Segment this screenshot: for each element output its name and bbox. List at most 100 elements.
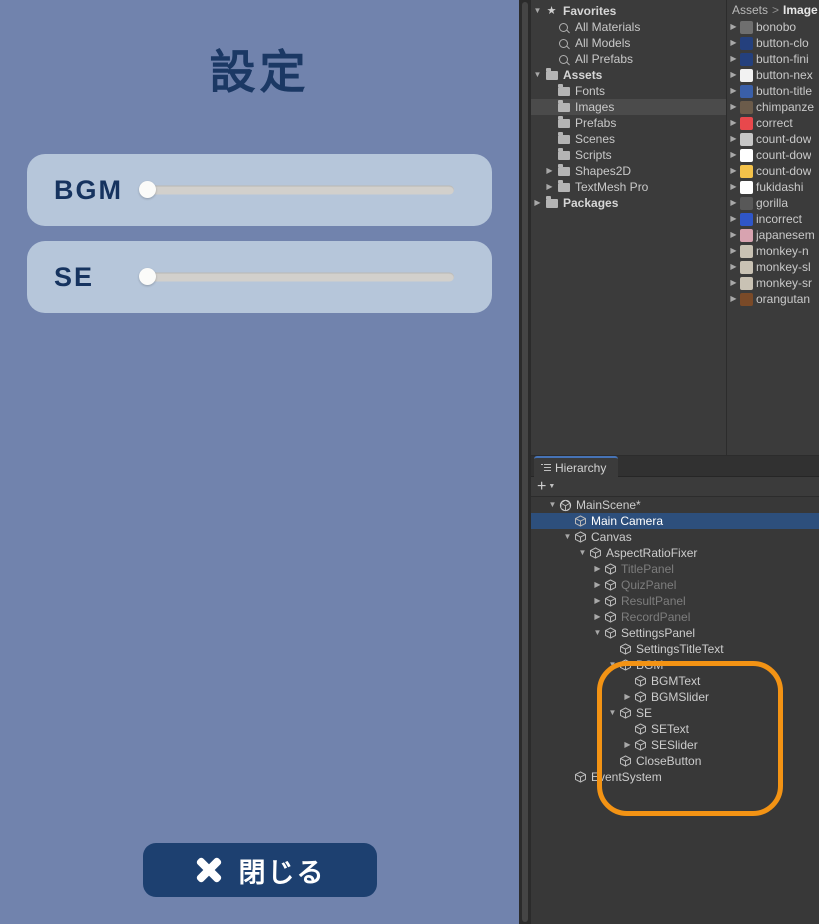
asset-row[interactable]: ▶ correct xyxy=(727,115,819,131)
asset-row[interactable]: ▶ chimpanze xyxy=(727,99,819,115)
twisty-collapsed-icon[interactable]: ▶ xyxy=(727,179,740,195)
bgm-slider[interactable] xyxy=(139,178,454,202)
project-item-textmesh-pro[interactable]: ▶ TextMesh Pro xyxy=(531,179,726,195)
twisty-collapsed-icon[interactable]: ▶ xyxy=(591,593,604,609)
asset-row[interactable]: ▶ japanesem xyxy=(727,227,819,243)
asset-row[interactable]: ▶ monkey-n xyxy=(727,243,819,259)
project-item-scenes[interactable]: Scenes xyxy=(531,131,726,147)
asset-row[interactable]: ▶ incorrect xyxy=(727,211,819,227)
twisty-collapsed-icon[interactable]: ▶ xyxy=(621,689,634,705)
twisty-expanded-icon[interactable]: ▼ xyxy=(531,67,544,83)
hierarchy-item-settingstitletext[interactable]: SettingsTitleText xyxy=(531,641,819,657)
hierarchy-item-mainscene[interactable]: ▼ MainScene* xyxy=(531,497,819,513)
se-slider-handle[interactable] xyxy=(139,268,156,285)
twisty-collapsed-icon[interactable]: ▶ xyxy=(727,35,740,51)
se-slider-track[interactable] xyxy=(147,272,454,282)
asset-row[interactable]: ▶ gorilla xyxy=(727,195,819,211)
hierarchy-list[interactable]: ▼ MainScene* Main Camera ▼ Canvas ▼ AspectRati… xyxy=(531,497,819,924)
twisty-expanded-icon[interactable]: ▼ xyxy=(606,657,619,673)
twisty-collapsed-icon[interactable]: ▶ xyxy=(727,147,740,163)
hierarchy-item-se[interactable]: ▼ SE xyxy=(531,705,819,721)
twisty-collapsed-icon[interactable]: ▶ xyxy=(543,179,556,195)
asset-row[interactable]: ▶ bonobo xyxy=(727,19,819,35)
add-gameobject-button[interactable]: + xyxy=(537,478,546,495)
bgm-slider-handle[interactable] xyxy=(139,181,156,198)
hierarchy-item-resultpanel[interactable]: ▶ ResultPanel xyxy=(531,593,819,609)
project-item-favorites[interactable]: ▼ ★ Favorites xyxy=(531,3,726,19)
hierarchy-item-recordpanel[interactable]: ▶ RecordPanel xyxy=(531,609,819,625)
hierarchy-item-quizpanel[interactable]: ▶ QuizPanel xyxy=(531,577,819,593)
asset-row[interactable]: ▶ button-clo xyxy=(727,35,819,51)
bgm-slider-track[interactable] xyxy=(147,185,454,195)
hierarchy-item-canvas[interactable]: ▼ Canvas xyxy=(531,529,819,545)
twisty-collapsed-icon[interactable]: ▶ xyxy=(727,67,740,83)
assets-list[interactable]: ▶ bonobo ▶ button-clo ▶ button-fini ▶ button-ne… xyxy=(727,19,819,307)
tab-hierarchy[interactable]: Hierarchy xyxy=(534,456,619,477)
project-item-images[interactable]: Images xyxy=(531,99,726,115)
close-button[interactable]: 閉じる xyxy=(143,843,377,897)
hierarchy-item-titlepanel[interactable]: ▶ TitlePanel xyxy=(531,561,819,577)
hierarchy-item-settingspanel[interactable]: ▼ SettingsPanel xyxy=(531,625,819,641)
project-item-scripts[interactable]: Scripts xyxy=(531,147,726,163)
project-item-shapes2d[interactable]: ▶ Shapes2D xyxy=(531,163,726,179)
twisty-collapsed-icon[interactable]: ▶ xyxy=(727,227,740,243)
window-splitter[interactable] xyxy=(519,0,531,924)
hierarchy-item-bgmslider[interactable]: ▶ BGMSlider xyxy=(531,689,819,705)
asset-row[interactable]: ▶ count-dow xyxy=(727,131,819,147)
breadcrumb[interactable]: Assets > Image xyxy=(727,0,819,19)
hierarchy-item-main-camera[interactable]: Main Camera xyxy=(531,513,819,529)
hierarchy-item-eventsystem[interactable]: EventSystem xyxy=(531,769,819,785)
twisty-collapsed-icon[interactable]: ▶ xyxy=(727,131,740,147)
twisty-collapsed-icon[interactable]: ▶ xyxy=(531,195,544,211)
asset-row[interactable]: ▶ button-title xyxy=(727,83,819,99)
twisty-collapsed-icon[interactable]: ▶ xyxy=(727,259,740,275)
se-slider[interactable] xyxy=(139,265,454,289)
project-item-fonts[interactable]: Fonts xyxy=(531,83,726,99)
twisty-collapsed-icon[interactable]: ▶ xyxy=(727,211,740,227)
twisty-collapsed-icon[interactable]: ▶ xyxy=(727,243,740,259)
asset-row[interactable]: ▶ monkey-sr xyxy=(727,275,819,291)
asset-row[interactable]: ▶ orangutan xyxy=(727,291,819,307)
breadcrumb-root[interactable]: Assets xyxy=(732,3,768,17)
project-item-packages[interactable]: ▶ Packages xyxy=(531,195,726,211)
twisty-collapsed-icon[interactable]: ▶ xyxy=(727,195,740,211)
asset-row[interactable]: ▶ fukidashi xyxy=(727,179,819,195)
twisty-expanded-icon[interactable]: ▼ xyxy=(531,3,544,19)
project-folder-tree[interactable]: ▼ ★ Favorites All Materials All Models All Pr… xyxy=(531,0,726,455)
asset-row[interactable]: ▶ count-dow xyxy=(727,147,819,163)
chevron-down-icon[interactable]: ▼ xyxy=(548,483,555,490)
twisty-expanded-icon[interactable]: ▼ xyxy=(576,545,589,561)
hierarchy-item-aspectratiofixer[interactable]: ▼ AspectRatioFixer xyxy=(531,545,819,561)
twisty-collapsed-icon[interactable]: ▶ xyxy=(727,51,740,67)
breadcrumb-current[interactable]: Image xyxy=(783,3,818,17)
twisty-collapsed-icon[interactable]: ▶ xyxy=(727,115,740,131)
asset-row[interactable]: ▶ button-nex xyxy=(727,67,819,83)
twisty-collapsed-icon[interactable]: ▶ xyxy=(591,577,604,593)
twisty-collapsed-icon[interactable]: ▶ xyxy=(727,163,740,179)
hierarchy-item-setext[interactable]: SEText xyxy=(531,721,819,737)
twisty-collapsed-icon[interactable]: ▶ xyxy=(591,609,604,625)
twisty-collapsed-icon[interactable]: ▶ xyxy=(727,99,740,115)
twisty-expanded-icon[interactable]: ▼ xyxy=(546,497,559,513)
project-item-assets[interactable]: ▼ Assets xyxy=(531,67,726,83)
hierarchy-item-seslider[interactable]: ▶ SESlider xyxy=(531,737,819,753)
twisty-collapsed-icon[interactable]: ▶ xyxy=(727,275,740,291)
twisty-collapsed-icon[interactable]: ▶ xyxy=(727,83,740,99)
project-item-all-prefabs[interactable]: All Prefabs xyxy=(531,51,726,67)
twisty-collapsed-icon[interactable]: ▶ xyxy=(727,291,740,307)
twisty-expanded-icon[interactable]: ▼ xyxy=(561,529,574,545)
twisty-expanded-icon[interactable]: ▼ xyxy=(591,625,604,641)
asset-row[interactable]: ▶ monkey-sl xyxy=(727,259,819,275)
twisty-expanded-icon[interactable]: ▼ xyxy=(606,705,619,721)
project-assets-pane[interactable]: Assets > Image ▶ bonobo ▶ button-clo ▶ button… xyxy=(726,0,819,455)
asset-row[interactable]: ▶ count-dow xyxy=(727,163,819,179)
twisty-collapsed-icon[interactable]: ▶ xyxy=(621,737,634,753)
project-item-all-materials[interactable]: All Materials xyxy=(531,19,726,35)
project-item-prefabs[interactable]: Prefabs xyxy=(531,115,726,131)
asset-row[interactable]: ▶ button-fini xyxy=(727,51,819,67)
hierarchy-item-bgmtext[interactable]: BGMText xyxy=(531,673,819,689)
twisty-collapsed-icon[interactable]: ▶ xyxy=(727,19,740,35)
project-item-all-models[interactable]: All Models xyxy=(531,35,726,51)
splitter-scrollbar[interactable] xyxy=(522,2,528,922)
hierarchy-item-bgm[interactable]: ▼ BGM xyxy=(531,657,819,673)
